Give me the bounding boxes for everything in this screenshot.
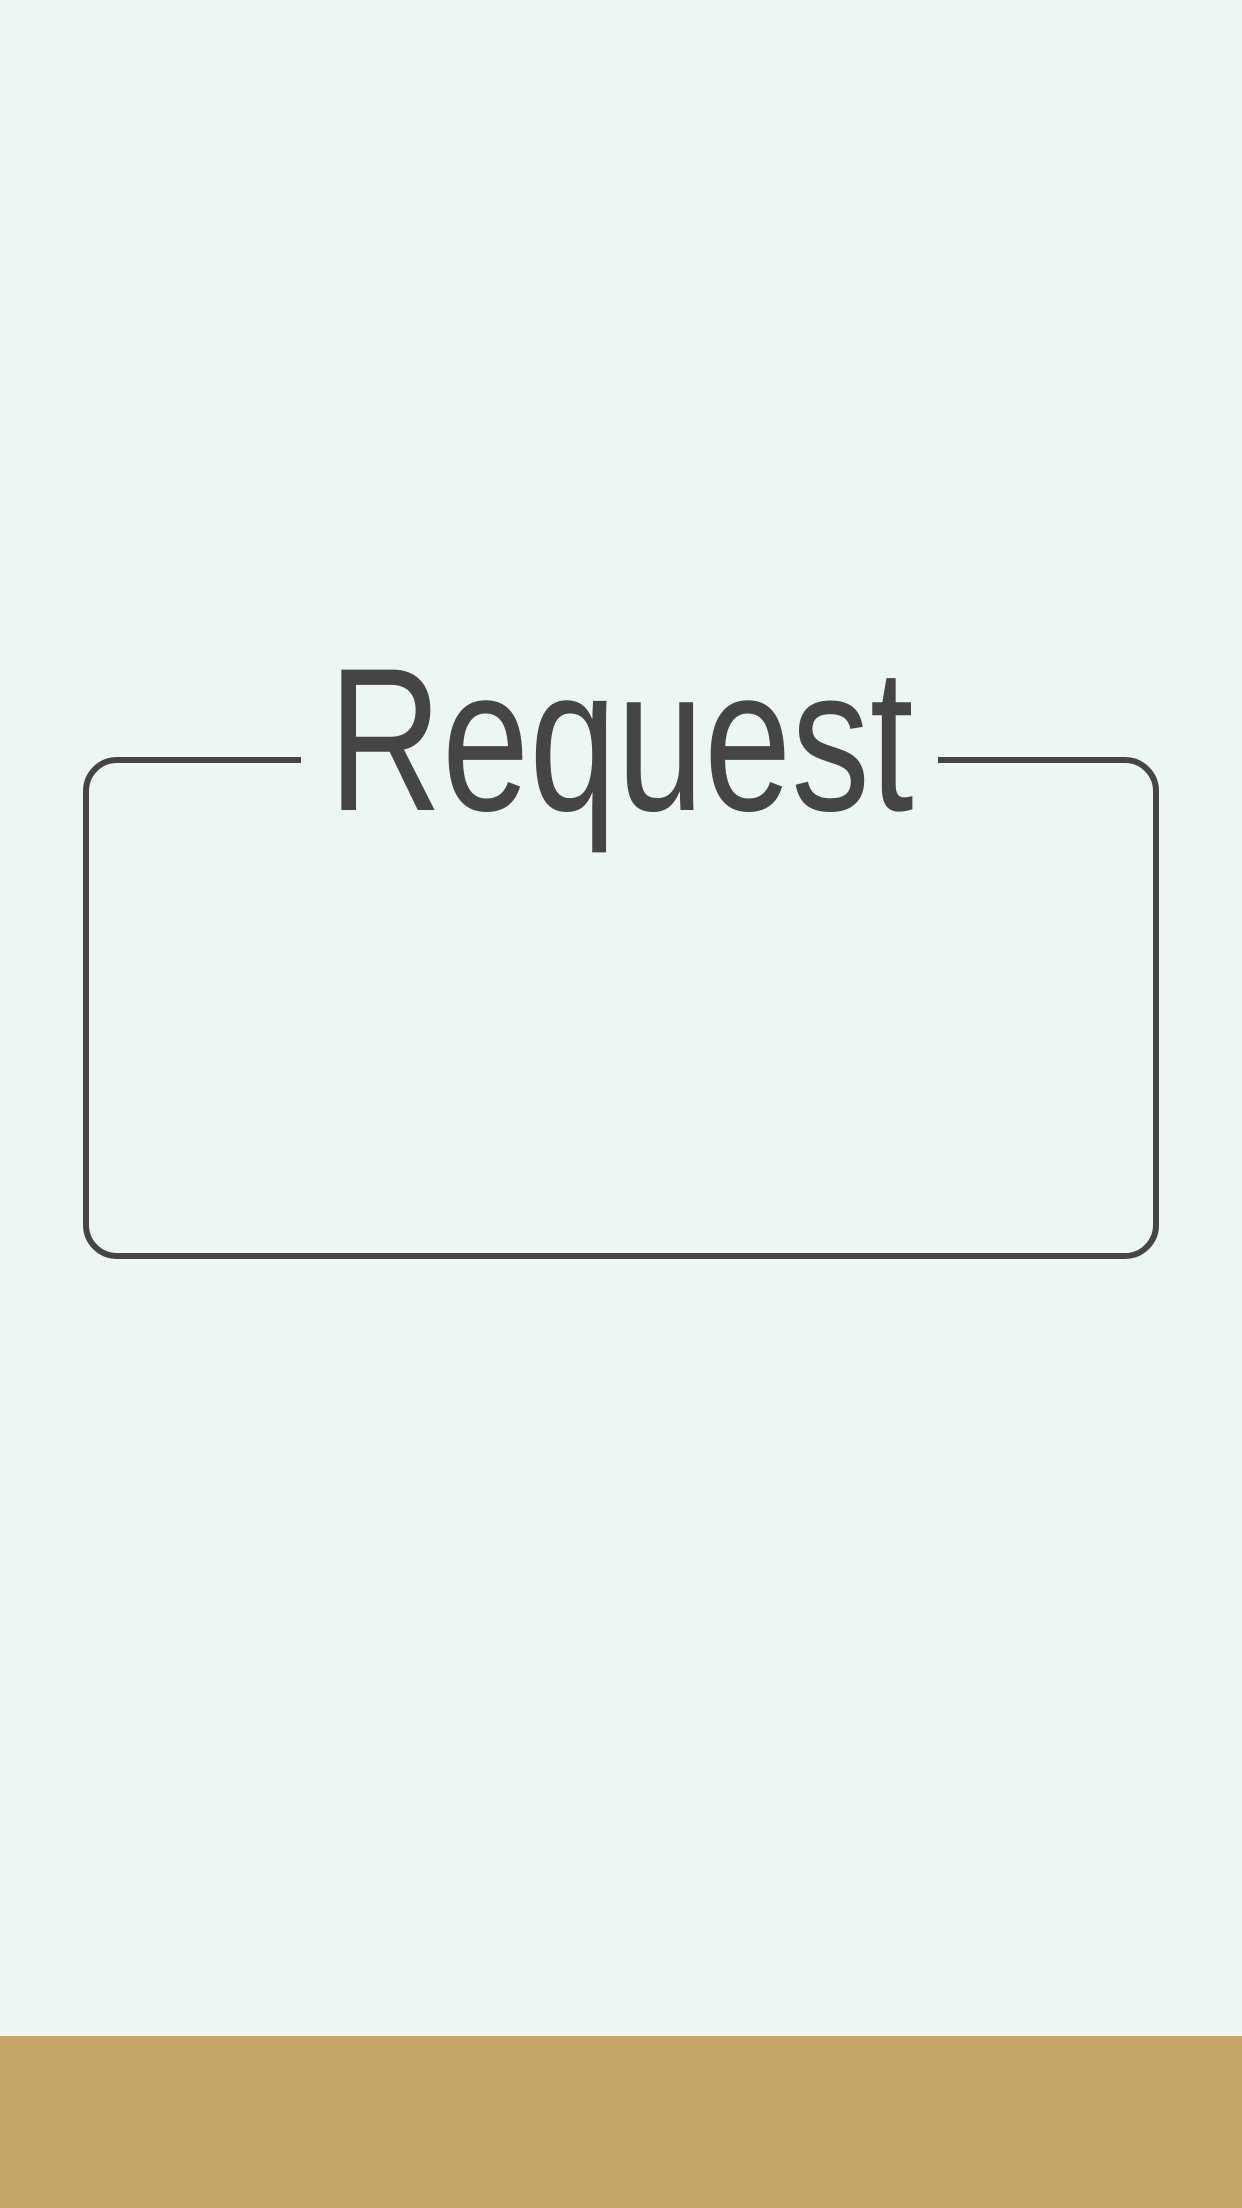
bottom-bar: [0, 2036, 1242, 2208]
request-title: Request: [328, 626, 914, 854]
